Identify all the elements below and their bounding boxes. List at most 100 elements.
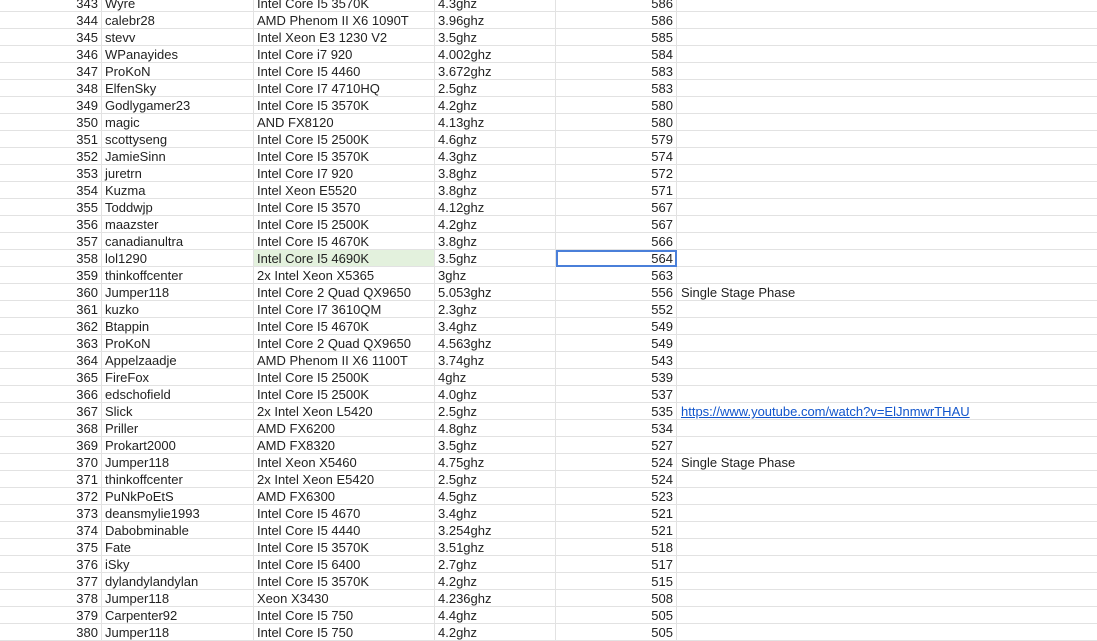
score-cell[interactable]: 567 [556, 216, 677, 233]
clock-cell[interactable]: 4.002ghz [435, 46, 556, 63]
cpu-cell[interactable]: Intel Core I5 3570K [254, 573, 435, 590]
score-cell[interactable]: 534 [556, 420, 677, 437]
clock-cell[interactable]: 4.2ghz [435, 624, 556, 641]
rank-cell[interactable]: 347 [0, 63, 102, 80]
score-cell[interactable]: 556 [556, 284, 677, 301]
note-cell[interactable] [677, 437, 1097, 454]
username-cell[interactable]: Godlygamer23 [102, 97, 254, 114]
clock-cell[interactable]: 2.5ghz [435, 80, 556, 97]
username-cell[interactable]: thinkoffcenter [102, 471, 254, 488]
clock-cell[interactable]: 3.5ghz [435, 250, 556, 267]
rank-cell[interactable]: 343 [0, 0, 102, 12]
rank-cell[interactable]: 350 [0, 114, 102, 131]
username-cell[interactable]: Jumper118 [102, 590, 254, 607]
note-cell[interactable] [677, 250, 1097, 267]
username-cell[interactable]: Jumper118 [102, 624, 254, 641]
clock-cell[interactable]: 4.2ghz [435, 573, 556, 590]
score-cell[interactable]: 505 [556, 607, 677, 624]
cpu-cell[interactable]: AMD FX6200 [254, 420, 435, 437]
note-cell[interactable] [677, 471, 1097, 488]
rank-cell[interactable]: 370 [0, 454, 102, 471]
rank-cell[interactable]: 368 [0, 420, 102, 437]
username-cell[interactable]: maazster [102, 216, 254, 233]
rank-cell[interactable]: 363 [0, 335, 102, 352]
cpu-cell[interactable]: Intel Xeon E5520 [254, 182, 435, 199]
username-cell[interactable]: kuzko [102, 301, 254, 318]
score-cell[interactable]: 586 [556, 12, 677, 29]
note-cell[interactable] [677, 114, 1097, 131]
note-cell[interactable] [677, 182, 1097, 199]
score-cell[interactable]: 572 [556, 165, 677, 182]
note-cell[interactable] [677, 301, 1097, 318]
rank-cell[interactable]: 358 [0, 250, 102, 267]
score-cell[interactable]: 535 [556, 403, 677, 420]
username-cell[interactable]: Kuzma [102, 182, 254, 199]
score-cell[interactable]: 567 [556, 199, 677, 216]
cpu-cell[interactable]: Intel Core I5 2500K [254, 131, 435, 148]
clock-cell[interactable]: 2.5ghz [435, 403, 556, 420]
rank-cell[interactable]: 373 [0, 505, 102, 522]
clock-cell[interactable]: 4.2ghz [435, 97, 556, 114]
score-cell[interactable]: 584 [556, 46, 677, 63]
username-cell[interactable]: deansmylie1993 [102, 505, 254, 522]
clock-cell[interactable]: 3.96ghz [435, 12, 556, 29]
username-cell[interactable]: Slick [102, 403, 254, 420]
username-cell[interactable]: stevv [102, 29, 254, 46]
note-cell[interactable] [677, 522, 1097, 539]
clock-cell[interactable]: 4.3ghz [435, 0, 556, 12]
clock-cell[interactable]: 4.8ghz [435, 420, 556, 437]
username-cell[interactable]: Dabobminable [102, 522, 254, 539]
cpu-cell[interactable]: AMD Phenom II X6 1090T [254, 12, 435, 29]
rank-cell[interactable]: 354 [0, 182, 102, 199]
note-cell[interactable]: Single Stage Phase [677, 454, 1097, 471]
cpu-cell[interactable]: Intel Core I5 4690K [254, 250, 435, 267]
clock-cell[interactable]: 4.75ghz [435, 454, 556, 471]
score-cell[interactable]: 537 [556, 386, 677, 403]
score-cell[interactable]: 580 [556, 114, 677, 131]
clock-cell[interactable]: 4.3ghz [435, 148, 556, 165]
score-cell[interactable]: 563 [556, 267, 677, 284]
spreadsheet-grid[interactable]: 343 Wyre Intel Core I5 3570K 4.3ghz 586 344 ca… [0, 0, 1097, 641]
rank-cell[interactable]: 351 [0, 131, 102, 148]
cpu-cell[interactable]: Intel Core I5 6400 [254, 556, 435, 573]
score-cell[interactable]: 571 [556, 182, 677, 199]
cpu-cell[interactable]: 2x Intel Xeon L5420 [254, 403, 435, 420]
username-cell[interactable]: Jumper118 [102, 454, 254, 471]
rank-cell[interactable]: 366 [0, 386, 102, 403]
rank-cell[interactable]: 345 [0, 29, 102, 46]
score-cell[interactable]: 580 [556, 97, 677, 114]
rank-cell[interactable]: 371 [0, 471, 102, 488]
username-cell[interactable]: ElfenSky [102, 80, 254, 97]
username-cell[interactable]: ProKoN [102, 335, 254, 352]
note-cell[interactable] [677, 233, 1097, 250]
note-cell[interactable] [677, 46, 1097, 63]
score-cell[interactable]: 518 [556, 539, 677, 556]
username-cell[interactable]: Wyre [102, 0, 254, 12]
note-cell[interactable] [677, 573, 1097, 590]
cpu-cell[interactable]: Intel Core I7 3610QM [254, 301, 435, 318]
clock-cell[interactable]: 3.672ghz [435, 63, 556, 80]
clock-cell[interactable]: 3.8ghz [435, 165, 556, 182]
note-cell[interactable] [677, 607, 1097, 624]
note-cell[interactable] [677, 267, 1097, 284]
clock-cell[interactable]: 3.4ghz [435, 505, 556, 522]
username-cell[interactable]: dylandylandylan [102, 573, 254, 590]
note-cell[interactable] [677, 97, 1097, 114]
note-cell[interactable] [677, 12, 1097, 29]
cpu-cell[interactable]: Intel Core I5 3570 [254, 199, 435, 216]
note-cell[interactable] [677, 80, 1097, 97]
note-cell[interactable] [677, 63, 1097, 80]
clock-cell[interactable]: 2.7ghz [435, 556, 556, 573]
note-cell[interactable] [677, 488, 1097, 505]
rank-cell[interactable]: 376 [0, 556, 102, 573]
score-cell[interactable]: 564 [556, 250, 677, 267]
cpu-cell[interactable]: Intel Core I5 2500K [254, 386, 435, 403]
note-cell[interactable] [677, 352, 1097, 369]
cpu-cell[interactable]: Intel Core I5 4460 [254, 63, 435, 80]
note-cell[interactable] [677, 624, 1097, 641]
clock-cell[interactable]: 4.236ghz [435, 590, 556, 607]
username-cell[interactable]: calebr28 [102, 12, 254, 29]
score-cell[interactable]: 583 [556, 63, 677, 80]
rank-cell[interactable]: 348 [0, 80, 102, 97]
clock-cell[interactable]: 2.3ghz [435, 301, 556, 318]
